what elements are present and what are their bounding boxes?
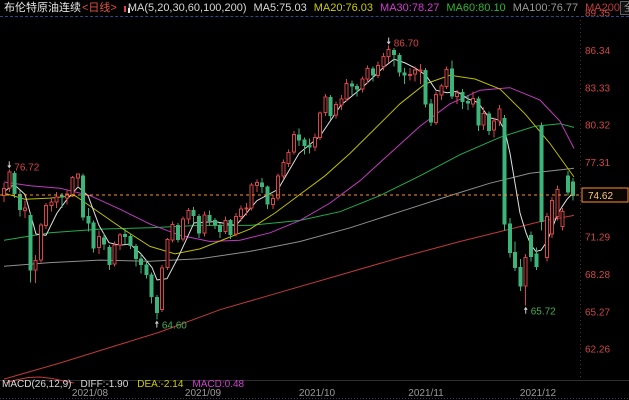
y-axis-label: 65.27 (585, 307, 610, 318)
ma20-value: MA20:76.03 (314, 0, 373, 17)
y-axis-label: 86.34 (585, 46, 610, 57)
ma60-value: MA60:80.10 (446, 0, 505, 17)
macd-dea-value: DEA:-2.14 (137, 379, 183, 390)
y-axis-label: 77.31 (585, 158, 610, 169)
y-axis-label: 80.32 (585, 121, 610, 132)
macd-macd-value: MACD:0.48 (192, 379, 244, 390)
macd-indicator-row: MACD(26,12,9) DIFF:-1.90 DEA:-2.14 MACD:… (2, 379, 253, 390)
ma-line-ma200 (4, 215, 574, 379)
price-chart[interactable]: 74.6289.3586.3483.3380.3277.3171.2968.28… (0, 0, 629, 400)
ma-group-label: MA(5,20,30,60,100,200) (128, 0, 247, 17)
chart-toolbar: 全部主题▼ ＋ ⊡ ▤ ⇥ (620, 1, 629, 15)
symbol-name[interactable]: 布伦特原油连续 (4, 0, 81, 17)
ma5-value: MA5:75.03 (254, 0, 307, 17)
current-price-value: 74.62 (588, 191, 613, 202)
low-annotation: 65.72 (531, 307, 556, 318)
macd-indicator-label[interactable]: MACD(26,12,9) (2, 379, 71, 390)
ma30-value: MA30:78.27 (380, 0, 439, 17)
x-axis-label: 2021/12 (520, 388, 557, 399)
chart-header: 布伦特原油连续<日线> MA(5,20,30,60,100,200) MA5:7… (0, 0, 629, 17)
high-annotation: 76.72 (14, 162, 39, 173)
ma-line-ma5 (4, 59, 574, 280)
low-annotation: 64.60 (162, 321, 187, 332)
high-annotation: 86.70 (394, 39, 419, 50)
y-axis-label: 62.26 (585, 345, 610, 356)
x-axis-label: 2021/10 (299, 388, 336, 399)
ma100-value: MA100:76.77 (513, 0, 578, 17)
theme-dropdown[interactable]: 全部主题▼ (620, 1, 629, 15)
y-axis-label: 83.33 (585, 83, 610, 94)
ma200-value: MA200 (585, 0, 620, 17)
macd-diff-value: DIFF:-1.90 (80, 379, 128, 390)
x-axis-label: 2021/11 (408, 388, 444, 399)
y-axis-label: 71.29 (585, 233, 610, 244)
y-axis-label: 68.28 (585, 270, 610, 281)
charting-app: 74.6289.3586.3483.3380.3277.3171.2968.28… (0, 0, 629, 400)
period-label[interactable]: <日线> (82, 0, 117, 17)
